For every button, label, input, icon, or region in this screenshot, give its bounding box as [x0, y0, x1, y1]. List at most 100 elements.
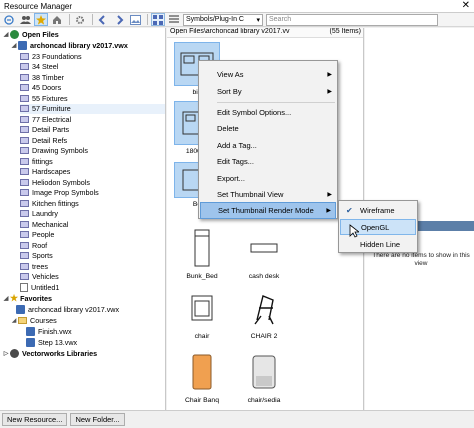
- menu-item-set-thumbnail-view[interactable]: Set Thumbnail View ▶: [200, 186, 336, 203]
- close-icon[interactable]: ✕: [462, 1, 470, 11]
- thumbnail-label: chair/sedia: [247, 397, 281, 404]
- tree-folder-item[interactable]: 57 Furniture: [20, 103, 165, 114]
- tree-folder-item[interactable]: Hardscapes: [20, 167, 165, 177]
- submenu-item-label: Hidden Line: [360, 239, 401, 249]
- gear-icon[interactable]: [73, 13, 87, 26]
- expand-arrow-icon[interactable]: ▷: [2, 350, 10, 357]
- tree-label: trees: [32, 261, 48, 271]
- tree-label: Detail Refs: [32, 135, 68, 145]
- tree-label: fittings: [32, 156, 53, 166]
- tree-library[interactable]: ◢ archoncad library v2017.vwx: [10, 40, 165, 50]
- menu-item-add-tag[interactable]: Add a Tag...: [200, 137, 336, 154]
- tree-open-files[interactable]: ◢ Open Files: [2, 29, 165, 39]
- options-icon[interactable]: [2, 13, 16, 26]
- tree-folder-item[interactable]: 45 Doors: [20, 83, 165, 93]
- tree-folder-item[interactable]: Drawing Symbols: [20, 146, 165, 156]
- image-view-icon[interactable]: [128, 13, 142, 26]
- home-icon[interactable]: [50, 13, 64, 26]
- folder-icon: [20, 241, 29, 249]
- tree-favorites[interactable]: ◢ ★ Favorites: [2, 293, 165, 303]
- resource-type-select[interactable]: Symbols/Plug-In C ▾: [183, 13, 263, 26]
- tree-finish[interactable]: Finish.vwx: [26, 326, 165, 336]
- tree-untitled[interactable]: Untitled1: [20, 282, 165, 292]
- list-view-icon[interactable]: [167, 13, 181, 26]
- tree-label: Kitchen fittings: [32, 198, 79, 208]
- tree-folder-item[interactable]: 55 Fixtures: [20, 93, 165, 103]
- menu-item-view-as[interactable]: View As ▶: [200, 66, 336, 83]
- folder-icon: [20, 210, 29, 217]
- thumbnail-cash-desk[interactable]: cash desk: [239, 226, 289, 280]
- thumbnail-chair-banq[interactable]: Chair Banq: [177, 350, 227, 404]
- tree-folder-item[interactable]: Detail Parts: [20, 125, 165, 135]
- resource-type-value: Symbols/Plug-In C: [186, 16, 244, 23]
- menu-item-edit-tags[interactable]: Edit Tags...: [200, 153, 336, 170]
- browser-path: Open Files\archoncad library v2017.vv: [170, 28, 290, 35]
- menu-item-sort-by[interactable]: Sort By ▶: [200, 83, 336, 100]
- browser-header: Open Files\archoncad library v2017.vv (5…: [167, 28, 363, 38]
- tree-folder-item[interactable]: Laundry: [20, 209, 165, 219]
- tree-label: Sports: [32, 251, 53, 260]
- tree-folder-item[interactable]: People: [20, 230, 165, 240]
- tree-folder-item[interactable]: Heliodon Symbols: [20, 177, 165, 187]
- tree-label: 57 Furniture: [32, 104, 71, 113]
- search-input[interactable]: Search: [266, 13, 438, 26]
- submenu-item-wireframe[interactable]: ✔ Wireframe: [340, 202, 416, 218]
- file-icon: [20, 282, 28, 292]
- tree-label: Heliodon Symbols: [32, 177, 90, 187]
- tree-label: Vehicles: [32, 272, 59, 281]
- folder-icon: [20, 168, 29, 175]
- chair-icon: [179, 286, 225, 330]
- tree-folder-item[interactable]: 38 Timber: [20, 72, 165, 82]
- tree-label: Drawing Symbols: [32, 146, 88, 155]
- menu-item-label: Set Thumbnail View: [217, 190, 284, 199]
- new-resource-button[interactable]: New Resource...: [2, 413, 68, 426]
- thumbnail-chair-sedia[interactable]: chair/sedia: [239, 350, 289, 404]
- menu-item-set-thumbnail-render-mode[interactable]: Set Thumbnail Render Mode ▶: [200, 202, 336, 219]
- folder-icon: [20, 52, 29, 60]
- menu-item-delete[interactable]: Delete: [200, 120, 336, 137]
- menu-item-label: View As: [217, 70, 244, 79]
- collapse-arrow-icon[interactable]: ◢: [2, 31, 10, 38]
- collapse-arrow-icon[interactable]: ◢: [10, 317, 18, 324]
- thumbnail-chair-2[interactable]: CHAIR 2: [239, 286, 289, 340]
- tree-label: Untitled1: [31, 282, 60, 292]
- folder-icon: [20, 73, 29, 81]
- thumbnail-label: chair: [194, 333, 210, 340]
- thumbnail-bunk-bed[interactable]: Bunk_Bed: [177, 226, 227, 280]
- folder-icon: [20, 94, 29, 102]
- tree-folder-item[interactable]: Roof: [20, 240, 165, 250]
- tree-vectorworks-libraries[interactable]: ▷ Vectorworks Libraries: [2, 348, 165, 358]
- favorites-star-icon[interactable]: [34, 13, 48, 26]
- collapse-arrow-icon[interactable]: ◢: [10, 42, 18, 49]
- tree-folder-item[interactable]: 34 Steel: [20, 62, 165, 72]
- tree-folder-item[interactable]: Image Prop Symbols: [20, 188, 165, 198]
- tree-folder-item[interactable]: Sports: [20, 251, 165, 261]
- tree-folder-item[interactable]: Detail Refs: [20, 135, 165, 145]
- tree-folder-item[interactable]: 77 Electrical: [20, 114, 165, 124]
- collapse-arrow-icon[interactable]: ◢: [2, 295, 10, 302]
- new-folder-button[interactable]: New Folder...: [70, 413, 125, 426]
- folder-icon: [20, 178, 29, 186]
- users-icon[interactable]: [18, 13, 32, 26]
- tree-folder-item[interactable]: 23 Foundations: [20, 51, 165, 61]
- tree-step[interactable]: Step 13.vwx: [26, 337, 165, 347]
- menu-item-export[interactable]: Export...: [200, 170, 336, 187]
- tree-folder-item[interactable]: Mechanical: [20, 219, 165, 229]
- tree-courses[interactable]: ◢ Courses: [10, 315, 165, 325]
- forward-arrow-icon[interactable]: [112, 13, 126, 26]
- tree-folder-item[interactable]: Kitchen fittings: [20, 198, 165, 208]
- tree-folder-item[interactable]: fittings: [20, 156, 165, 166]
- search-placeholder: Search: [269, 16, 292, 23]
- thumbnail-chair[interactable]: chair: [177, 286, 227, 340]
- thumbnail-view-icon[interactable]: [151, 13, 165, 26]
- tree-folder-item[interactable]: Vehicles: [20, 272, 165, 282]
- chair-2-icon: [241, 286, 287, 330]
- empty-view-message: There are no items to show in this view: [372, 252, 470, 267]
- vwx-file-icon: [26, 326, 35, 336]
- back-arrow-icon[interactable]: [96, 13, 110, 26]
- menu-item-edit-symbol-options[interactable]: Edit Symbol Options...: [200, 104, 336, 121]
- tree-folder-item[interactable]: trees: [20, 261, 165, 271]
- toolbar: Symbols/Plug-In C ▾ Search: [0, 13, 474, 27]
- toolbar-separator: [147, 14, 148, 25]
- tree-fav-library[interactable]: archoncad library v2017.vwx: [16, 304, 165, 314]
